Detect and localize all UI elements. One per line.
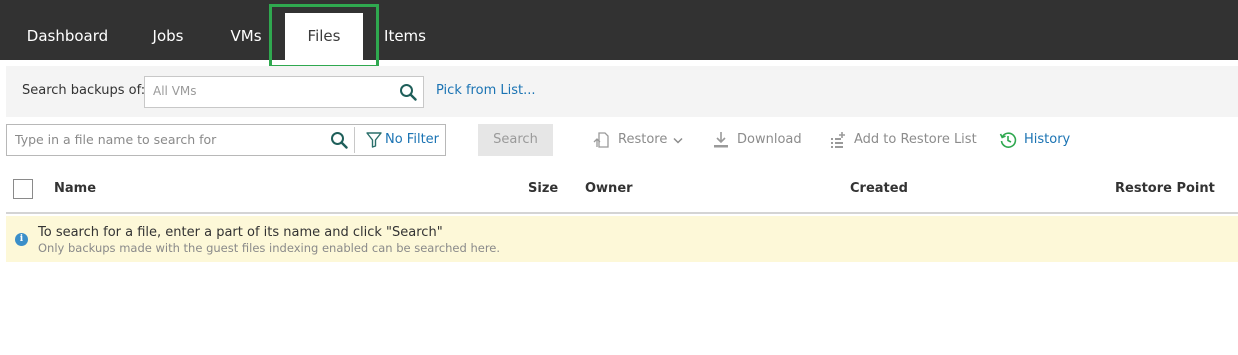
download-button[interactable]: Download xyxy=(712,130,802,150)
column-header-name[interactable]: Name xyxy=(54,181,96,196)
vm-search-field[interactable] xyxy=(144,76,424,108)
search-icon[interactable] xyxy=(399,83,417,101)
restore-label: Restore xyxy=(618,132,668,147)
restore-icon xyxy=(593,132,609,148)
column-header-restore-point[interactable]: Restore Point xyxy=(1115,181,1215,196)
history-label: History xyxy=(1024,132,1071,147)
field-divider xyxy=(354,127,355,153)
file-search-field[interactable]: No Filter xyxy=(6,124,446,156)
tab-dashboard[interactable]: Dashboard xyxy=(10,13,125,60)
download-label: Download xyxy=(737,132,802,147)
tab-vms[interactable]: VMs xyxy=(215,13,277,60)
column-header-created[interactable]: Created xyxy=(850,181,908,196)
tab-items[interactable]: Items xyxy=(370,13,440,60)
chevron-down-icon xyxy=(673,137,683,144)
history-button[interactable]: History xyxy=(999,130,1071,150)
info-icon: i xyxy=(15,233,28,246)
column-header-size[interactable]: Size xyxy=(528,181,558,196)
download-icon xyxy=(714,132,728,148)
notice-title: To search for a file, enter a part of it… xyxy=(38,225,443,240)
filter-icon xyxy=(366,132,382,148)
column-header-owner[interactable]: Owner xyxy=(585,181,633,196)
info-notice: i To search for a file, enter a part of … xyxy=(6,216,1238,262)
search-icon[interactable] xyxy=(330,131,348,149)
restore-button[interactable]: Restore xyxy=(593,130,685,150)
search-backups-bar: Search backups of: Pick from List... xyxy=(6,66,1238,117)
select-all-checkbox[interactable] xyxy=(13,179,33,199)
pick-from-list-link[interactable]: Pick from List... xyxy=(436,83,535,98)
top-nav-bar: Dashboard Jobs VMs Files Items xyxy=(0,0,1238,68)
tab-jobs[interactable]: Jobs xyxy=(137,13,199,60)
history-icon xyxy=(999,132,1017,148)
add-to-restore-list-label: Add to Restore List xyxy=(854,132,977,147)
file-search-input[interactable] xyxy=(15,132,315,147)
search-backups-label: Search backups of: xyxy=(22,83,146,98)
vm-search-input[interactable] xyxy=(153,84,383,98)
filter-label: No Filter xyxy=(385,132,440,147)
tab-files[interactable]: Files xyxy=(285,13,363,60)
add-to-list-icon xyxy=(831,132,845,148)
add-to-restore-list-button[interactable]: Add to Restore List xyxy=(829,130,977,150)
notice-subtitle: Only backups made with the guest files i… xyxy=(38,241,501,255)
table-header: Name Size Owner Created Restore Point xyxy=(6,168,1238,214)
search-button[interactable]: Search xyxy=(478,124,553,156)
